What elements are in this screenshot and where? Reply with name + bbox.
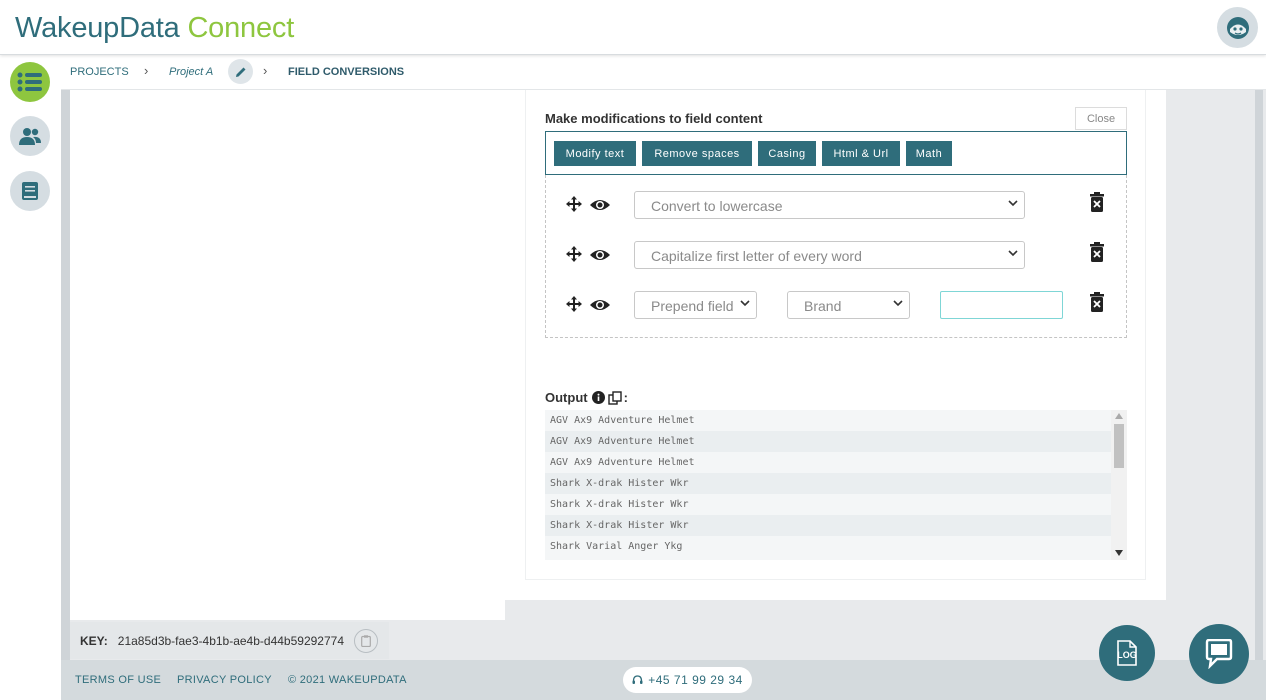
left-border	[61, 90, 70, 660]
delete-icon[interactable]	[1089, 242, 1105, 262]
chat-bubble-icon	[1205, 639, 1233, 669]
edit-project-button[interactable]	[228, 59, 253, 84]
chevron-down-icon	[893, 300, 903, 307]
delete-icon[interactable]	[1089, 292, 1105, 312]
modifier-panel: Make modifications to field content Clos…	[525, 90, 1146, 580]
field-select-value: Brand	[804, 298, 842, 314]
eye-icon[interactable]	[590, 248, 610, 262]
output-line: AGV Ax9 Adventure Helmet	[545, 431, 1111, 452]
output-line: Shark Varial Anger Ykg	[550, 541, 683, 552]
brand-name: WakeupData	[15, 12, 180, 44]
field-select[interactable]: Brand	[787, 291, 910, 319]
chevron-right-icon: ›	[144, 63, 149, 78]
tab-math[interactable]: Math	[906, 141, 952, 166]
rule-row: Convert to lowercase	[546, 191, 1126, 221]
scroll-up-icon[interactable]	[1115, 413, 1123, 419]
output-line: Shark X-drak Hister Wkr	[545, 473, 1111, 494]
output-scrollbar[interactable]	[1111, 410, 1127, 560]
breadcrumb-current: FIELD CONVERSIONS	[288, 66, 405, 78]
clipboard-icon	[361, 634, 371, 647]
content-area: Make modifications to field content Clos…	[61, 90, 1266, 660]
copy-key-button[interactable]	[354, 628, 378, 653]
breadcrumb: PROJECTS › Project A › FIELD CONVERSIONS	[61, 55, 1266, 90]
pencil-icon	[235, 67, 245, 77]
chevron-down-icon	[1008, 250, 1018, 257]
rules-list: Convert to lowercase Capitalize first le…	[545, 175, 1127, 338]
rule-select-value: Capitalize first letter of every word	[651, 248, 862, 264]
rule-select-value: Prepend field	[651, 298, 734, 314]
output-line: Shark X-drak Hister Wkr	[545, 515, 1111, 536]
copyright: © 2021 WAKEUPDATA	[288, 674, 407, 686]
footer: TERMS OF USE PRIVACY POLICY © 2021 WAKEU…	[61, 660, 1266, 700]
chat-button[interactable]	[1189, 624, 1249, 684]
phone-number: +45 71 99 29 34	[648, 673, 743, 687]
modifier-tabs: Modify text Remove spaces Casing Html & …	[545, 131, 1127, 175]
users-icon	[19, 128, 41, 145]
chevron-down-icon	[740, 298, 750, 308]
terms-link[interactable]: TERMS OF USE	[75, 674, 161, 686]
right-border	[1255, 90, 1263, 660]
output-line: AGV Ax9 Adventure Helmet	[550, 415, 695, 426]
list-icon	[17, 72, 42, 92]
eye-icon[interactable]	[590, 298, 610, 312]
output-line: AGV Ax9 Adventure Helmet	[550, 457, 695, 468]
tab-casing[interactable]: Casing	[758, 141, 816, 166]
scroll-down-icon[interactable]	[1115, 550, 1123, 556]
api-key-bar: KEY: 21a85d3b-fae3-4b1b-ae4b-d44b5929277…	[70, 622, 389, 659]
key-value: 21a85d3b-fae3-4b1b-ae4b-d44b59292774	[117, 633, 344, 648]
sidebar-item-docs[interactable]	[10, 171, 50, 211]
rule-select[interactable]: Prepend field	[634, 291, 757, 319]
key-label: KEY:	[80, 633, 108, 648]
eye-icon[interactable]	[590, 198, 610, 212]
conversion-card: Make modifications to field content Clos…	[505, 90, 1166, 600]
tab-modify-text[interactable]: Modify text	[554, 141, 636, 166]
app-logo[interactable]: WakeupData Connect	[15, 12, 294, 45]
rule-select-value: Convert to lowercase	[651, 198, 783, 214]
user-avatar[interactable]	[1217, 7, 1258, 48]
chevron-down-icon	[1008, 200, 1018, 207]
breadcrumb-projects[interactable]: PROJECTS	[70, 66, 129, 78]
output-line: Shark X-drak Hister Wkr	[550, 499, 689, 510]
brand-product: Connect	[187, 12, 295, 44]
top-bar: WakeupData Connect	[0, 0, 1266, 55]
breadcrumb-project[interactable]: Project A	[169, 66, 213, 78]
info-icon[interactable]	[591, 391, 605, 404]
output-list[interactable]: AGV Ax9 Adventure Helmet AGV Ax9 Adventu…	[545, 410, 1127, 560]
support-phone[interactable]: +45 71 99 29 34	[623, 667, 752, 693]
copy-icon[interactable]	[607, 390, 622, 405]
log-label: LOG	[1117, 650, 1137, 660]
sidebar-item-projects[interactable]	[10, 62, 50, 102]
left-panel	[70, 90, 505, 620]
sidebar-item-users[interactable]	[10, 116, 50, 156]
privacy-link[interactable]: PRIVACY POLICY	[177, 674, 272, 686]
output-label: Output	[545, 390, 588, 405]
output-label-row: Output :	[545, 390, 628, 405]
chevron-right-icon: ›	[263, 63, 268, 78]
robot-face-icon	[1226, 16, 1249, 39]
log-file-icon: LOG	[1116, 640, 1138, 666]
rule-select[interactable]: Convert to lowercase	[634, 191, 1025, 219]
scrollbar-thumb[interactable]	[1114, 424, 1124, 468]
sidebar	[0, 55, 61, 700]
rule-select[interactable]: Capitalize first letter of every word	[634, 241, 1025, 269]
delete-icon[interactable]	[1089, 192, 1105, 212]
tab-html-url[interactable]: Html & Url	[822, 141, 900, 166]
move-icon[interactable]	[566, 296, 582, 312]
move-icon[interactable]	[566, 246, 582, 262]
log-button[interactable]: LOG	[1099, 625, 1155, 681]
output-colon: :	[623, 390, 628, 405]
move-icon[interactable]	[566, 196, 582, 212]
rule-row: Capitalize first letter of every word	[546, 241, 1126, 271]
modifier-title: Make modifications to field content	[545, 111, 763, 126]
headset-icon	[632, 674, 643, 684]
rule-row: Prepend field Brand	[546, 291, 1126, 321]
book-icon	[22, 182, 38, 200]
prepend-text-input[interactable]	[940, 291, 1063, 319]
tab-remove-spaces[interactable]: Remove spaces	[642, 141, 752, 166]
close-button[interactable]: Close	[1075, 107, 1127, 130]
